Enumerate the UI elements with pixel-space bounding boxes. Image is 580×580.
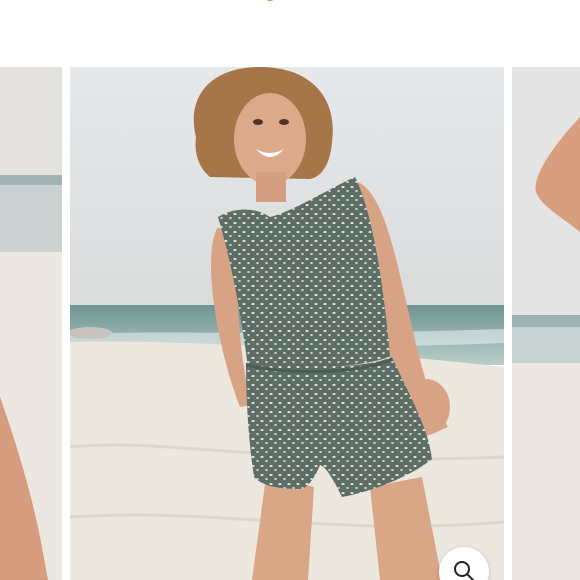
- carousel-slide-current[interactable]: [70, 67, 504, 580]
- main-product-image: [70, 67, 504, 580]
- carousel-slide-previous[interactable]: [0, 67, 62, 580]
- product-page: [0, 0, 580, 580]
- product-image-carousel[interactable]: [0, 67, 580, 580]
- magnifier-icon: [454, 561, 474, 580]
- previous-product-image: [0, 67, 62, 580]
- next-product-image: [512, 67, 580, 580]
- carousel-slide-next[interactable]: [512, 67, 580, 580]
- brand-logo-icon[interactable]: [262, 0, 278, 8]
